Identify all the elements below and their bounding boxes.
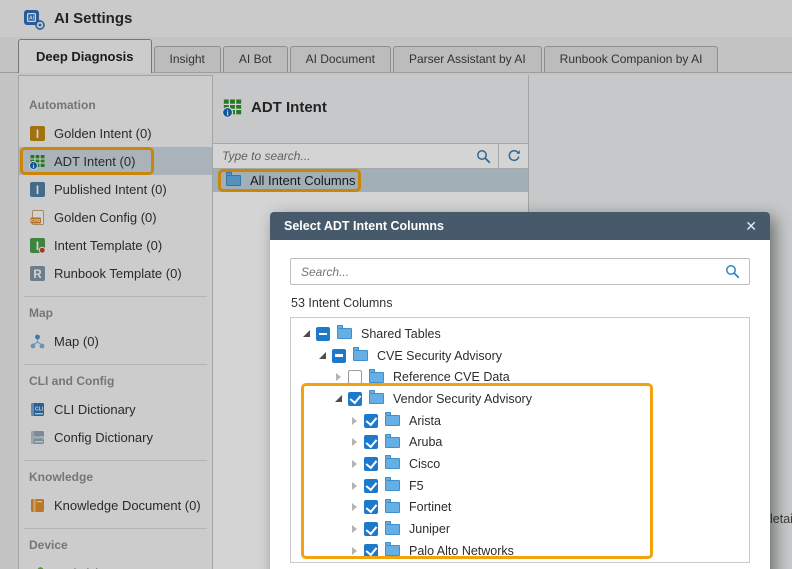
tree-node-label: Reference CVE Data [393,370,510,385]
tree-node-f5[interactable]: F5 [291,475,749,497]
tree-node-vendor-security-advisory[interactable]: Vendor Security Advisory [291,388,749,410]
search-icon[interactable] [725,264,740,279]
collapsed-icon[interactable] [347,459,362,468]
dialog-search-box [290,258,750,285]
folder-icon [353,347,368,362]
folder-icon [337,325,352,340]
checkbox-checked[interactable] [364,543,378,558]
dialog-search-input[interactable] [291,263,725,280]
tree-node-label: Arista [409,413,441,428]
intent-columns-count: 53 Intent Columns [291,296,393,310]
tree-node-juniper[interactable]: Juniper [291,518,749,540]
collapsed-icon[interactable] [331,373,346,382]
tree-node-label: Juniper [409,522,450,537]
expanded-icon[interactable] [331,395,346,403]
dialog-body: 53 Intent Columns Shared Tables CVE Secur… [270,240,770,569]
checkbox-indeterminate[interactable] [316,326,330,341]
dialog-title: Select ADT Intent Columns [284,219,444,233]
folder-icon [385,412,400,427]
tree-node-label: F5 [409,478,424,493]
folder-icon [385,477,400,492]
tree-node-label: Vendor Security Advisory [393,391,532,406]
checkbox-indeterminate[interactable] [332,348,346,363]
collapsed-icon[interactable] [347,503,362,512]
tree-node-fortinet[interactable]: Fortinet [291,497,749,519]
tree-node-label: Cisco [409,456,441,471]
checkbox-checked[interactable] [364,500,378,515]
folder-icon [385,455,400,470]
ai-settings-screen: AI AI Settings Deep Diagnosis Insight AI B… [0,0,792,569]
tree-node-label: Palo Alto Networks [409,543,514,558]
checkbox-checked[interactable] [348,391,362,406]
intent-columns-tree: Shared Tables CVE Security Advisory Refere… [290,317,750,563]
tree-node-label: Shared Tables [361,326,441,341]
tree-node-cisco[interactable]: Cisco [291,453,749,475]
tree-node-label: CVE Security Advisory [377,348,503,363]
folder-icon [385,433,400,448]
checkbox-checked[interactable] [364,435,378,450]
dialog-header: Select ADT Intent Columns ✕ [270,212,770,240]
tree-node-aruba[interactable]: Aruba [291,431,749,453]
tree-node-cve-security-advisory[interactable]: CVE Security Advisory [291,345,749,367]
expanded-icon[interactable] [315,352,330,360]
folder-icon [385,542,400,557]
checkbox-checked[interactable] [364,478,378,493]
folder-icon [385,520,400,535]
folder-icon [369,390,384,405]
expanded-icon[interactable] [299,330,314,338]
checkbox-checked[interactable] [364,522,378,537]
collapsed-icon[interactable] [347,481,362,490]
tree-node-label: Fortinet [409,500,452,515]
folder-icon [369,368,384,383]
close-icon[interactable]: ✕ [745,219,757,233]
select-adt-intent-columns-dialog: Select ADT Intent Columns ✕ 53 Intent Co… [270,212,770,569]
collapsed-icon[interactable] [347,525,362,534]
collapsed-icon[interactable] [347,438,362,447]
checkbox-checked[interactable] [364,456,378,471]
tree-node-reference-cve-data[interactable]: Reference CVE Data [291,366,749,388]
tree-node-label: Aruba [409,435,443,450]
folder-icon [385,498,400,513]
tree-node-palo-alto-networks[interactable]: Palo Alto Networks [291,540,749,562]
collapsed-icon[interactable] [347,416,362,425]
checkbox-unchecked[interactable] [348,370,362,385]
collapsed-icon[interactable] [347,546,362,555]
tree-node-arista[interactable]: Arista [291,410,749,432]
tree-node-shared-tables[interactable]: Shared Tables [291,323,749,345]
checkbox-checked[interactable] [364,413,378,428]
